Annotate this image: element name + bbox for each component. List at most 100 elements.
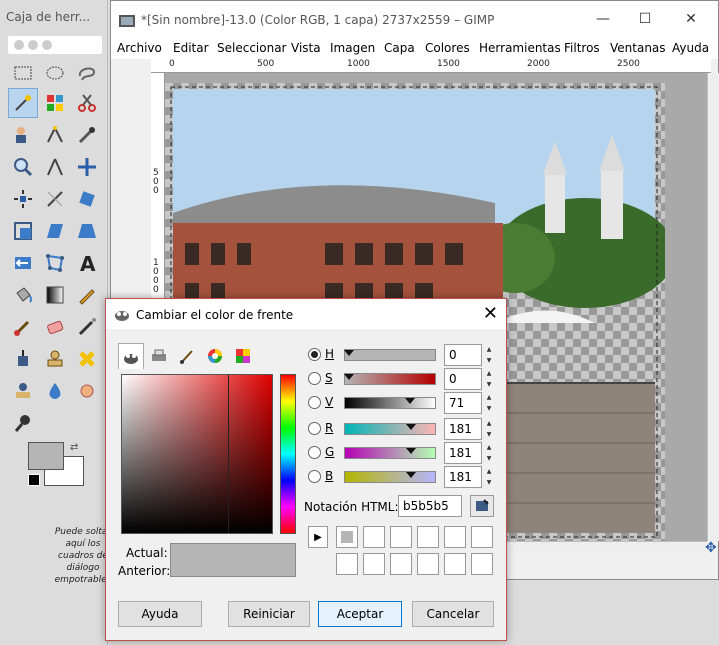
text-tool-icon[interactable]: A	[72, 248, 102, 278]
cage-transform-tool-icon[interactable]	[40, 248, 70, 278]
color-history-swatch[interactable]	[417, 526, 439, 548]
color-history-swatch[interactable]	[363, 553, 385, 575]
color-history-swatch[interactable]	[336, 526, 358, 548]
zoom-tool-icon[interactable]	[8, 152, 38, 182]
menu-editar[interactable]: Editar	[173, 41, 209, 55]
channel-h-radio[interactable]	[308, 348, 321, 361]
eraser-tool-icon[interactable]	[40, 312, 70, 342]
menu-filtros[interactable]: Filtros	[564, 41, 600, 55]
channel-s-spinner[interactable]: ▲ ▼	[484, 368, 494, 390]
blend-tool-icon[interactable]	[40, 280, 70, 310]
color-history-swatch[interactable]	[390, 526, 412, 548]
default-colors-icon[interactable]	[28, 474, 40, 486]
menu-ayuda[interactable]: Ayuda	[672, 41, 709, 55]
channel-r-radio[interactable]	[308, 422, 321, 435]
channel-v-slider[interactable]	[344, 397, 436, 409]
close-button[interactable]: ✕	[681, 9, 701, 29]
paintbrush-tool-icon[interactable]	[8, 312, 38, 342]
gimp-selector-tab[interactable]	[118, 343, 144, 369]
channel-r-slider[interactable]	[344, 423, 436, 435]
scissors-select-tool-icon[interactable]	[72, 88, 102, 118]
foreground-color-swatch[interactable]	[28, 442, 64, 470]
menu-herramientas[interactable]: Herramientas	[479, 41, 561, 55]
clone-tool-icon[interactable]	[40, 344, 70, 374]
toolbox-drag-handle[interactable]	[8, 36, 102, 54]
dialog-close-button[interactable]: ✕	[483, 303, 498, 324]
help-button[interactable]: Ayuda	[118, 601, 202, 627]
shear-tool-icon[interactable]	[40, 216, 70, 246]
ruler-horizontal[interactable]: 0 500 1000 1500 2000 2500	[151, 59, 711, 73]
fg-bg-colors[interactable]: ⇄	[28, 442, 86, 488]
fuzzy-select-tool-icon[interactable]	[8, 88, 38, 118]
channel-g-spinner[interactable]: ▲ ▼	[484, 442, 494, 464]
menu-colores[interactable]: Colores	[425, 41, 470, 55]
foreground-select-tool-icon[interactable]	[8, 120, 38, 150]
dialog-titlebar[interactable]: Cambiar el color de frente ✕	[106, 299, 506, 329]
html-notation-field[interactable]: b5b5b5	[398, 495, 462, 517]
color-history-swatch[interactable]	[363, 526, 385, 548]
menu-ventanas[interactable]: Ventanas	[610, 41, 666, 55]
menu-archivo[interactable]: Archivo	[117, 41, 162, 55]
hue-strip[interactable]	[280, 374, 296, 534]
ellipse-select-tool-icon[interactable]	[40, 58, 70, 88]
color-picker-tool-icon[interactable]	[72, 120, 102, 150]
channel-h-spinner[interactable]: ▲ ▼	[484, 344, 494, 366]
pencil-tool-icon[interactable]	[72, 280, 102, 310]
measure-tool-icon[interactable]	[40, 152, 70, 182]
heal-tool-icon[interactable]	[72, 344, 102, 374]
channel-g-slider[interactable]	[344, 447, 436, 459]
wheel-selector-tab[interactable]	[202, 343, 228, 369]
channel-b-spinner[interactable]: ▲ ▼	[484, 466, 494, 488]
channel-s-radio[interactable]	[308, 372, 321, 385]
image-window-titlebar[interactable]: *[Sin nombre]-13.0 (Color RGB, 1 capa) 2…	[111, 1, 718, 37]
channel-g-radio[interactable]	[308, 446, 321, 459]
channel-v-value[interactable]: 71	[444, 392, 482, 414]
color-history-swatch[interactable]	[471, 553, 493, 575]
menu-imagen[interactable]: Imagen	[330, 41, 375, 55]
minimize-button[interactable]: —	[593, 9, 613, 29]
cancel-button[interactable]: Cancelar	[412, 601, 494, 627]
move-tool-icon[interactable]	[72, 152, 102, 182]
color-history-swatch[interactable]	[390, 553, 412, 575]
rotate-tool-icon[interactable]	[72, 184, 102, 214]
dodge-burn-tool-icon[interactable]	[8, 408, 38, 438]
swap-colors-icon[interactable]: ⇄	[70, 442, 78, 453]
color-history-swatch[interactable]	[444, 526, 466, 548]
menu-vista[interactable]: Vista	[291, 41, 321, 55]
menu-capa[interactable]: Capa	[384, 41, 415, 55]
color-history-swatch[interactable]	[336, 553, 358, 575]
airbrush-tool-icon[interactable]	[72, 312, 102, 342]
channel-v-spinner[interactable]: ▲ ▼	[484, 392, 494, 414]
add-to-history-button[interactable]: ▶	[308, 526, 328, 548]
channel-h-value[interactable]: 0	[444, 344, 482, 366]
scale-tool-icon[interactable]	[8, 216, 38, 246]
menu-seleccionar[interactable]: Seleccionar	[217, 41, 286, 55]
select-by-color-tool-icon[interactable]	[40, 88, 70, 118]
ink-tool-icon[interactable]	[8, 344, 38, 374]
color-history-swatch[interactable]	[471, 526, 493, 548]
perspective-clone-tool-icon[interactable]	[8, 376, 38, 406]
align-tool-icon[interactable]	[8, 184, 38, 214]
saturation-value-area[interactable]	[121, 374, 273, 534]
perspective-tool-icon[interactable]	[72, 216, 102, 246]
reset-button[interactable]: Reiniciar	[228, 601, 310, 627]
channel-b-slider[interactable]	[344, 471, 436, 483]
flip-tool-icon[interactable]	[8, 248, 38, 278]
ok-button[interactable]: Aceptar	[318, 601, 402, 627]
smudge-tool-icon[interactable]	[72, 376, 102, 406]
maximize-button[interactable]: ☐	[635, 9, 655, 29]
navigate-icon[interactable]: ✥	[705, 541, 719, 555]
blur-tool-icon[interactable]	[40, 376, 70, 406]
bucket-fill-tool-icon[interactable]	[8, 280, 38, 310]
cmyk-selector-tab[interactable]	[146, 343, 172, 369]
channel-g-value[interactable]: 181	[444, 442, 482, 464]
free-select-tool-icon[interactable]	[72, 58, 102, 88]
channel-s-value[interactable]: 0	[444, 368, 482, 390]
color-history-swatch[interactable]	[444, 553, 466, 575]
channel-v-radio[interactable]	[308, 396, 321, 409]
transform-tool-icon[interactable]	[40, 184, 70, 214]
channel-b-radio[interactable]	[308, 470, 321, 483]
rect-select-tool-icon[interactable]	[8, 58, 38, 88]
channel-b-value[interactable]: 181	[444, 466, 482, 488]
vertical-scrollbar[interactable]	[707, 73, 719, 541]
